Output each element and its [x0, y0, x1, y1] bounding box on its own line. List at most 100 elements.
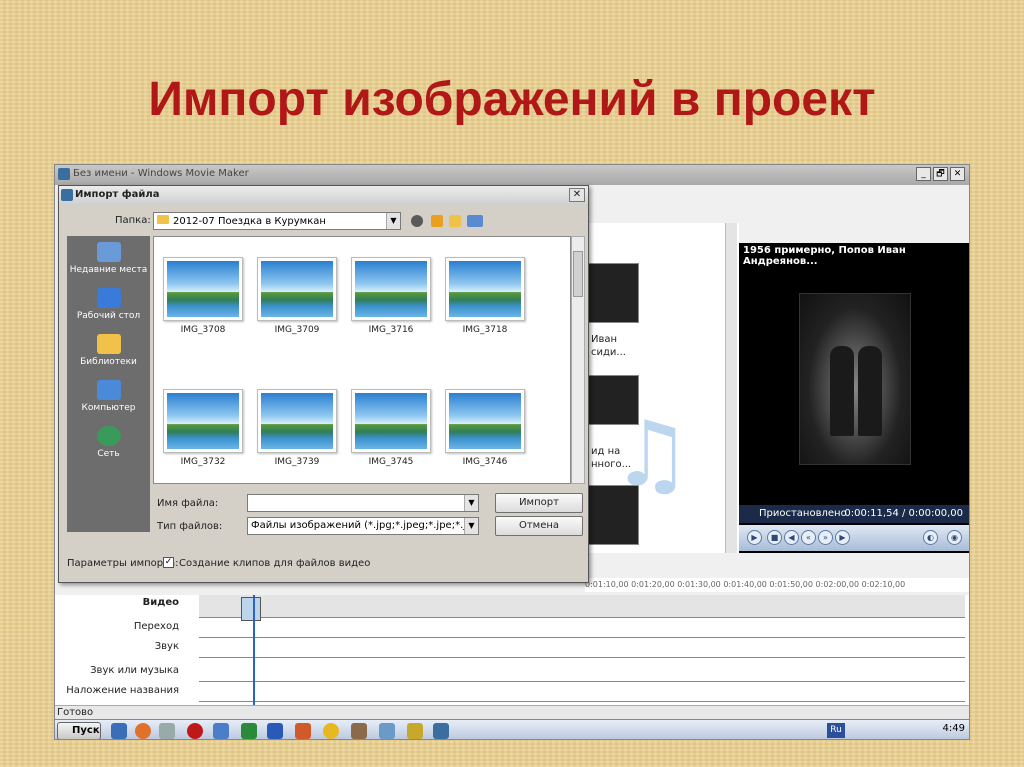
minimize-button[interactable]: _ — [916, 167, 931, 181]
start-button[interactable]: Пуск — [57, 722, 101, 739]
word-icon[interactable] — [267, 723, 283, 739]
collection-thumbnail[interactable] — [585, 263, 639, 323]
track-label-transition: Переход — [133, 621, 179, 632]
stop-icon[interactable]: ■ — [767, 530, 782, 545]
place-desktop[interactable]: Рабочий стол — [67, 288, 150, 321]
app-icon[interactable] — [407, 723, 423, 739]
dialog-title: Импорт файла — [75, 189, 160, 200]
chevron-down-icon[interactable]: ▼ — [464, 518, 478, 534]
import-params-label: Параметры импорта: — [67, 558, 179, 569]
import-file-dialog: Импорт файла ✕ Папка: 2012-07 Поездка в … — [58, 185, 589, 583]
next-icon[interactable]: ▶ — [835, 530, 850, 545]
play-icon[interactable]: ▶ — [747, 530, 762, 545]
import-button[interactable]: Импорт — [495, 493, 583, 513]
player-controls: ▶ ■ ◀ « » ▶ ◐ ◉ — [739, 525, 969, 551]
places-bar: Недавние места Рабочий стол Библиотеки К… — [67, 236, 150, 532]
file-item[interactable]: IMG_3745 — [350, 389, 432, 467]
save-icon[interactable] — [111, 723, 127, 739]
timeline-playhead[interactable] — [253, 595, 255, 707]
back-icon[interactable] — [411, 215, 423, 227]
file-item[interactable]: IMG_3709 — [256, 257, 338, 335]
chevron-down-icon[interactable]: ▼ — [464, 495, 478, 511]
file-list-scrollbar[interactable] — [571, 236, 585, 484]
filetype-select[interactable]: Файлы изображений (*.jpg;*.jpeg;*.jpe;*.… — [247, 517, 479, 535]
image-thumbnail — [445, 389, 525, 453]
place-libraries[interactable]: Библиотеки — [67, 334, 150, 367]
dialog-icon — [61, 189, 73, 201]
timeline-clip[interactable] — [241, 597, 261, 621]
movie-maker-icon — [58, 168, 70, 180]
new-folder-icon[interactable] — [449, 215, 461, 227]
app-icon[interactable] — [379, 723, 395, 739]
timeline-tracks: Видео Переход Звук Звук или музыка Налож… — [55, 595, 969, 707]
filename-input[interactable]: ▼ — [247, 494, 479, 512]
excel-icon[interactable] — [241, 723, 257, 739]
maximize-button[interactable]: 🗗 — [933, 167, 948, 181]
image-thumbnail — [257, 257, 337, 321]
app-icon[interactable] — [159, 723, 175, 739]
powerpoint-icon[interactable] — [295, 723, 311, 739]
firefox-icon[interactable] — [135, 723, 151, 739]
file-item[interactable]: IMG_3732 — [162, 389, 244, 467]
status-bar: Готово — [55, 705, 969, 719]
split-icon[interactable]: ◐ — [923, 530, 938, 545]
collection-scrollbar[interactable] — [725, 223, 737, 553]
image-thumbnail — [163, 389, 243, 453]
track-label-video: Видео — [142, 597, 179, 608]
place-network[interactable]: Сеть — [67, 426, 150, 459]
close-button[interactable]: ✕ — [950, 167, 965, 181]
window-titlebar: Без имени - Windows Movie Maker _ 🗗 ✕ — [55, 165, 969, 185]
dialog-close-button[interactable]: ✕ — [569, 188, 585, 202]
place-computer[interactable]: Компьютер — [67, 380, 150, 413]
create-clips-checkbox[interactable]: ✓ — [163, 557, 174, 568]
app-icon[interactable] — [213, 723, 229, 739]
preview-photo — [799, 293, 911, 465]
music-note-icon: ♫ — [611, 402, 692, 507]
opera-icon[interactable] — [187, 723, 203, 739]
recent-places-icon — [96, 242, 121, 262]
file-item[interactable]: IMG_3739 — [256, 389, 338, 467]
scrollbar-thumb[interactable] — [573, 251, 583, 297]
file-item[interactable]: IMG_3716 — [350, 257, 432, 335]
image-thumbnail — [257, 389, 337, 453]
player-status: Приостановлено — [759, 508, 847, 519]
image-thumbnail — [445, 257, 525, 321]
app-icon[interactable] — [351, 723, 367, 739]
track-label-music: Звук или музыка — [90, 665, 179, 676]
folder-combo[interactable]: 2012-07 Поездка в Курумкан ▼ — [153, 212, 401, 230]
folder-icon — [157, 215, 169, 224]
folder-label: Папка: — [115, 215, 151, 226]
rewind-icon[interactable]: « — [801, 530, 816, 545]
dialog-titlebar: Импорт файла ✕ — [59, 186, 588, 205]
player-title: 1956 примерно, Попов Иван Андреянов... — [743, 245, 906, 267]
window-title: Без имени - Windows Movie Maker — [73, 168, 249, 179]
image-thumbnail — [163, 257, 243, 321]
up-folder-icon[interactable] — [431, 215, 443, 227]
file-item[interactable]: IMG_3718 — [444, 257, 526, 335]
create-clips-label: Создание клипов для файлов видео — [179, 558, 371, 569]
computer-icon — [96, 380, 121, 400]
snapshot-icon[interactable]: ◉ — [947, 530, 962, 545]
place-recent[interactable]: Недавние места — [67, 242, 150, 275]
cancel-button[interactable]: Отмена — [495, 516, 583, 536]
track-label-title-overlay: Наложение названия — [66, 685, 179, 696]
taskbar: Пуск Ru 4:49 — [55, 719, 969, 739]
collection-caption: сиди... — [591, 347, 626, 358]
movie-maker-taskbar-icon[interactable] — [433, 723, 449, 739]
language-indicator[interactable]: Ru — [827, 723, 845, 738]
filetype-label: Тип файлов: — [157, 521, 223, 532]
chrome-icon[interactable] — [323, 723, 339, 739]
video-track[interactable] — [199, 595, 965, 617]
slide-title: Импорт изображений в проект — [148, 73, 876, 126]
filename-label: Имя файла: — [157, 498, 219, 509]
network-icon — [96, 426, 121, 446]
file-item[interactable]: IMG_3746 — [444, 389, 526, 467]
file-item[interactable]: IMG_3708 — [162, 257, 244, 335]
forward-icon[interactable]: » — [818, 530, 833, 545]
file-list: IMG_3708 IMG_3709 IMG_3716 IMG_3718 IMG_… — [153, 236, 571, 484]
view-menu-icon[interactable] — [467, 215, 483, 227]
chevron-down-icon[interactable]: ▼ — [386, 213, 400, 229]
desktop-icon — [96, 288, 121, 308]
collection-caption: Иван — [591, 334, 618, 345]
prev-icon[interactable]: ◀ — [784, 530, 799, 545]
